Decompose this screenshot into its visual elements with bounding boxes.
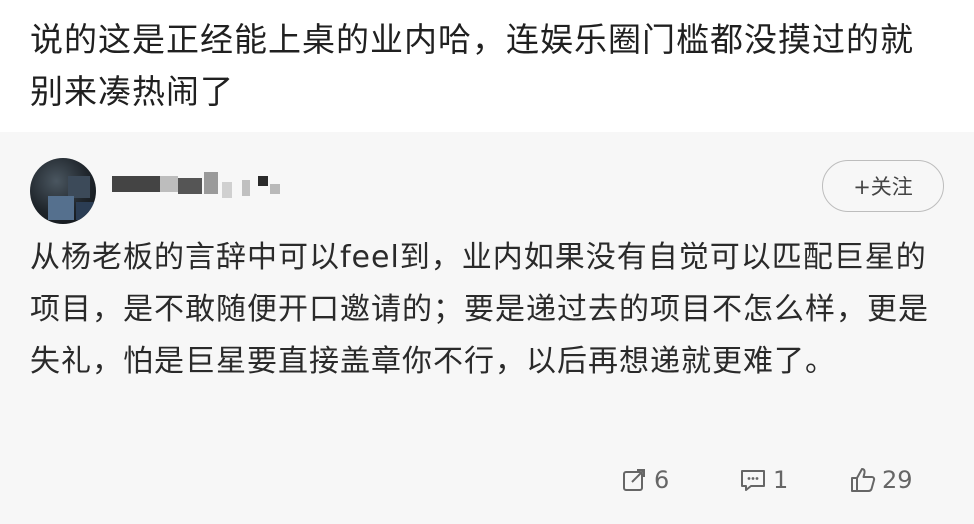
repost-button[interactable]: 6	[622, 460, 669, 500]
post-body: 说的这是正经能上桌的业内哈，连娱乐圈门槛都没摸过的就别来凑热闹了	[0, 0, 974, 132]
post-text: 说的这是正经能上桌的业内哈，连娱乐圈门槛都没摸过的就别来凑热闹了	[30, 20, 914, 111]
repost-icon	[623, 469, 645, 491]
comment-text: 从杨老板的言辞中可以feel到，业内如果没有自觉可以匹配巨星的项目，是不敢随便开…	[30, 240, 929, 379]
like-icon	[851, 468, 876, 492]
like-count: 29	[882, 466, 913, 494]
like-button[interactable]: 29	[850, 460, 913, 500]
comment-count: 1	[773, 466, 789, 494]
comment-icon	[741, 470, 765, 491]
reply-card: +关注 从杨老板的言辞中可以feel到，业内如果没有自觉可以匹配巨星的项目，是不…	[0, 132, 974, 524]
repost-count: 6	[654, 466, 670, 494]
avatar[interactable]	[30, 158, 96, 224]
comment-button[interactable]: 1	[739, 460, 788, 500]
username-redacted[interactable]	[112, 172, 292, 204]
follow-button[interactable]: +关注	[822, 160, 944, 212]
